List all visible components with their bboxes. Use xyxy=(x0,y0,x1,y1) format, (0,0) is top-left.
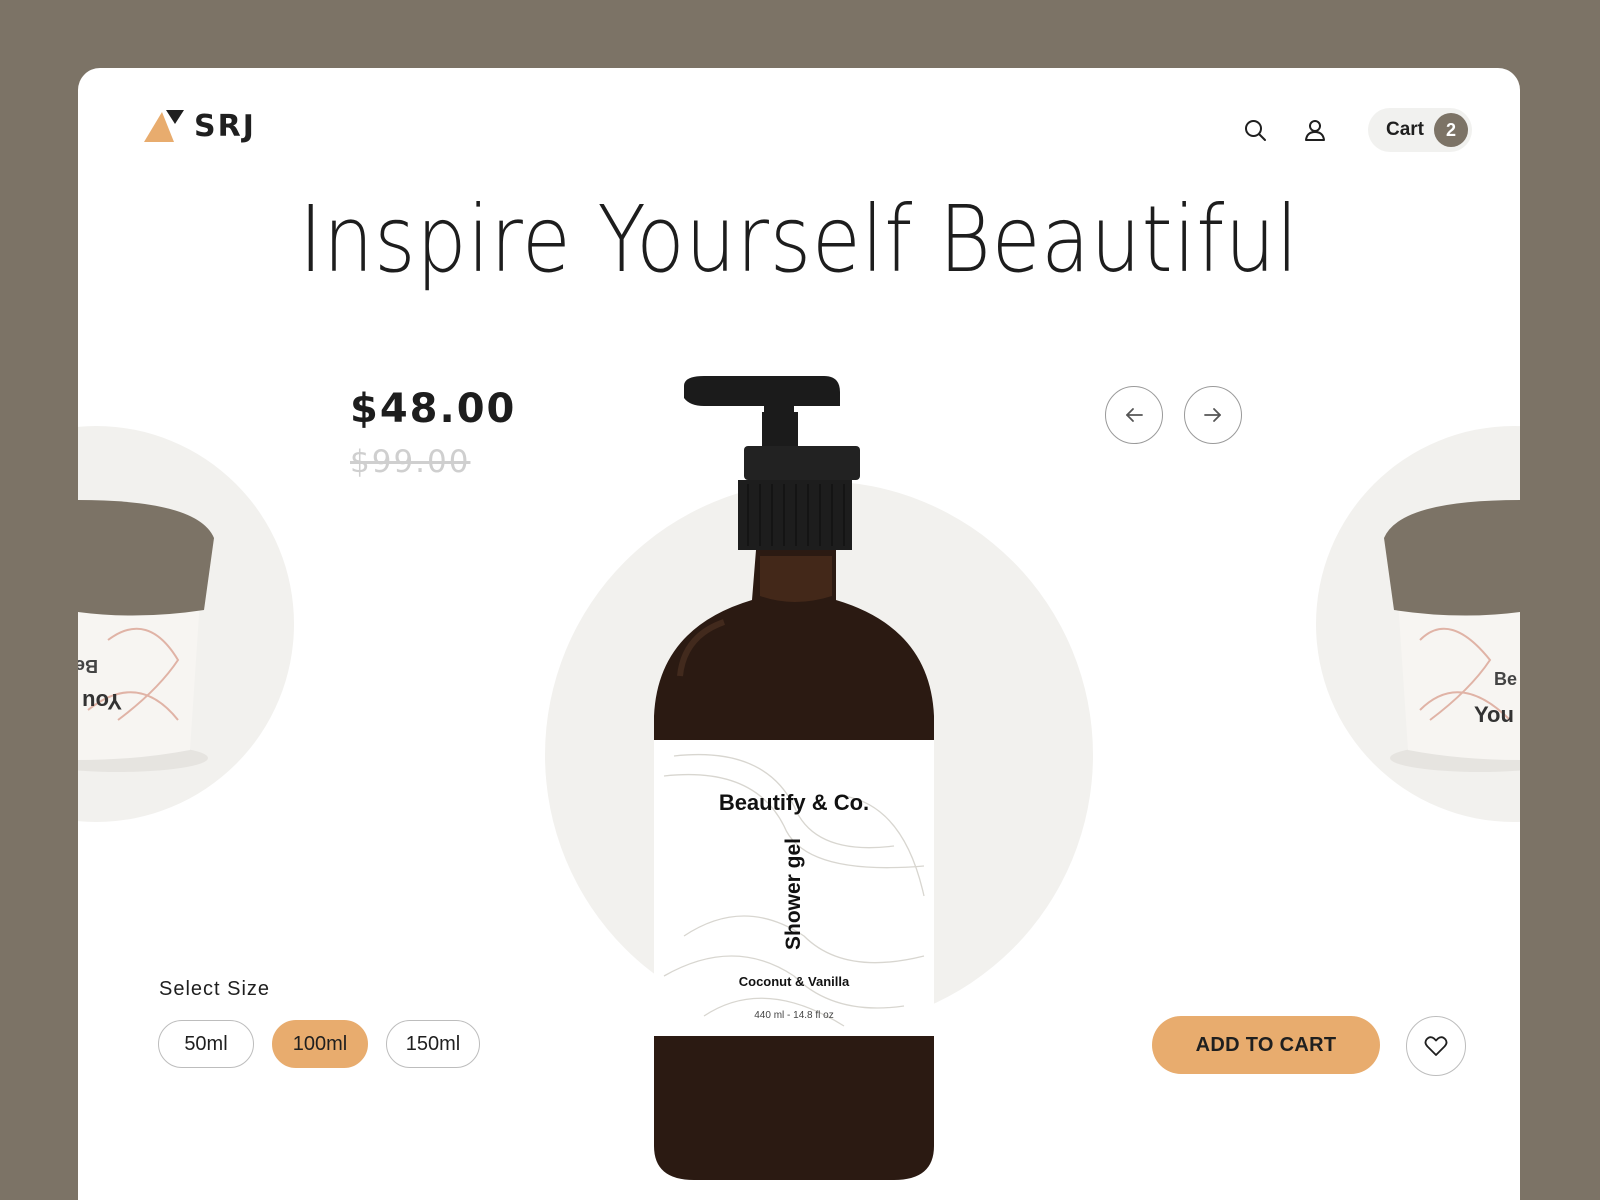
main-card: Be You Be You SRJ xyxy=(78,68,1520,1200)
left-jar-text-2: You xyxy=(82,689,122,714)
left-jar-text-1: Be xyxy=(78,656,98,676)
label-scent: Coconut & Vanilla xyxy=(739,974,850,989)
brand-name: SRJ xyxy=(194,108,256,144)
hero-headline: Inspire Yourself Beautiful xyxy=(299,186,1299,293)
label-volume: 440 ml - 14.8 fl oz xyxy=(754,1010,833,1021)
search-button[interactable] xyxy=(1238,113,1272,147)
logo-mark-icon xyxy=(144,110,184,142)
previous-product-button[interactable] xyxy=(1105,386,1163,444)
label-type: Shower gel xyxy=(782,838,805,950)
wishlist-button[interactable] xyxy=(1406,1016,1466,1076)
right-jar-text-2: You xyxy=(1474,702,1514,727)
label-brand: Beautify & Co. xyxy=(719,790,869,815)
add-to-cart-button[interactable]: ADD TO CART xyxy=(1152,1016,1380,1074)
size-options: 50ml 100ml 150ml xyxy=(158,1020,480,1068)
size-option-100ml[interactable]: 100ml xyxy=(272,1020,368,1068)
select-size-label: Select Size xyxy=(159,978,271,1000)
original-price: $99.00 xyxy=(350,444,471,480)
cart-count-badge: 2 xyxy=(1434,113,1468,147)
size-option-150ml[interactable]: 150ml xyxy=(386,1020,480,1068)
left-product-jar[interactable]: Be You xyxy=(78,460,228,790)
product-bottle: Beautify & Co. Shower gel Coconut & Vani… xyxy=(654,376,934,1180)
search-icon xyxy=(1244,120,1266,141)
cart-label: Cart xyxy=(1385,119,1424,140)
right-jar-text-1: Be xyxy=(1494,669,1517,689)
heart-icon xyxy=(1424,1036,1448,1056)
current-price: $48.00 xyxy=(350,386,517,432)
user-icon xyxy=(1304,120,1325,141)
size-option-50ml[interactable]: 50ml xyxy=(158,1020,254,1068)
arrow-left-icon xyxy=(1126,408,1143,422)
arrow-right-icon xyxy=(1204,408,1221,422)
brand-logo[interactable]: SRJ xyxy=(144,108,256,144)
next-product-button[interactable] xyxy=(1184,386,1242,444)
right-product-jar[interactable]: Be You xyxy=(1370,460,1520,790)
header-actions: Cart 2 xyxy=(1238,108,1472,152)
account-button[interactable] xyxy=(1298,113,1332,147)
cart-button[interactable]: Cart 2 xyxy=(1367,108,1472,152)
